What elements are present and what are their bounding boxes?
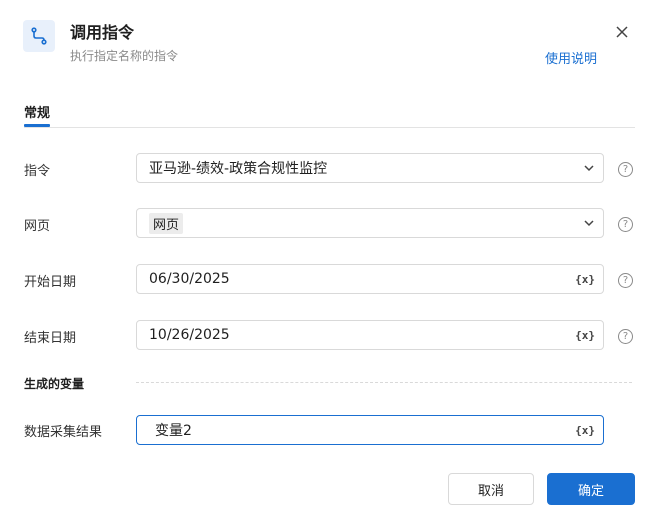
section-divider [136, 382, 632, 383]
cancel-button[interactable]: 取消 [448, 473, 534, 505]
start-date-label: 开始日期 [24, 275, 77, 290]
collected-data-input[interactable]: 变量2 {x} [136, 415, 604, 445]
variable-icon[interactable]: {x} [575, 424, 595, 437]
invoke-command-dialog: 调用指令 执行指定名称的指令 使用说明 常规 指令 亚马逊-绩效-政策合规性监控… [0, 0, 654, 524]
confirm-button[interactable]: 确定 [547, 473, 635, 505]
help-icon[interactable]: ? [618, 329, 633, 344]
command-select-value: 亚马逊-绩效-政策合规性监控 [149, 161, 328, 177]
help-icon[interactable]: ? [618, 162, 633, 177]
start-date-value: 06/30/2025 [149, 271, 230, 287]
end-date-label: 结束日期 [24, 331, 77, 346]
webpage-select[interactable]: 网页 [136, 208, 604, 238]
dialog-subtitle: 执行指定名称的指令 [70, 49, 179, 63]
tab-general[interactable]: 常规 [24, 102, 50, 121]
close-button[interactable] [612, 22, 632, 42]
webpage-label: 网页 [24, 219, 51, 234]
end-date-input[interactable]: 10/26/2025 {x} [136, 320, 604, 350]
output-variables-title: 生成的变量 [24, 377, 85, 391]
dialog-title: 调用指令 [70, 23, 135, 42]
variable-icon[interactable]: {x} [575, 273, 595, 286]
variable-icon[interactable]: {x} [575, 329, 595, 342]
tab-divider [24, 127, 635, 128]
help-icon[interactable]: ? [618, 273, 633, 288]
help-icon[interactable]: ? [618, 217, 633, 232]
close-icon [616, 26, 628, 38]
start-date-input[interactable]: 06/30/2025 {x} [136, 264, 604, 294]
chevron-down-icon [584, 220, 594, 227]
webpage-tag: 网页 [149, 212, 184, 234]
collected-data-value: 变量2 [155, 423, 192, 439]
end-date-value: 10/26/2025 [149, 327, 230, 343]
command-label: 指令 [24, 164, 51, 179]
usage-help-link[interactable]: 使用说明 [545, 48, 597, 67]
command-select[interactable]: 亚马逊-绩效-政策合规性监控 [136, 153, 604, 183]
chevron-down-icon [584, 165, 594, 172]
collected-data-label: 数据采集结果 [24, 425, 103, 440]
route-icon [23, 20, 55, 52]
